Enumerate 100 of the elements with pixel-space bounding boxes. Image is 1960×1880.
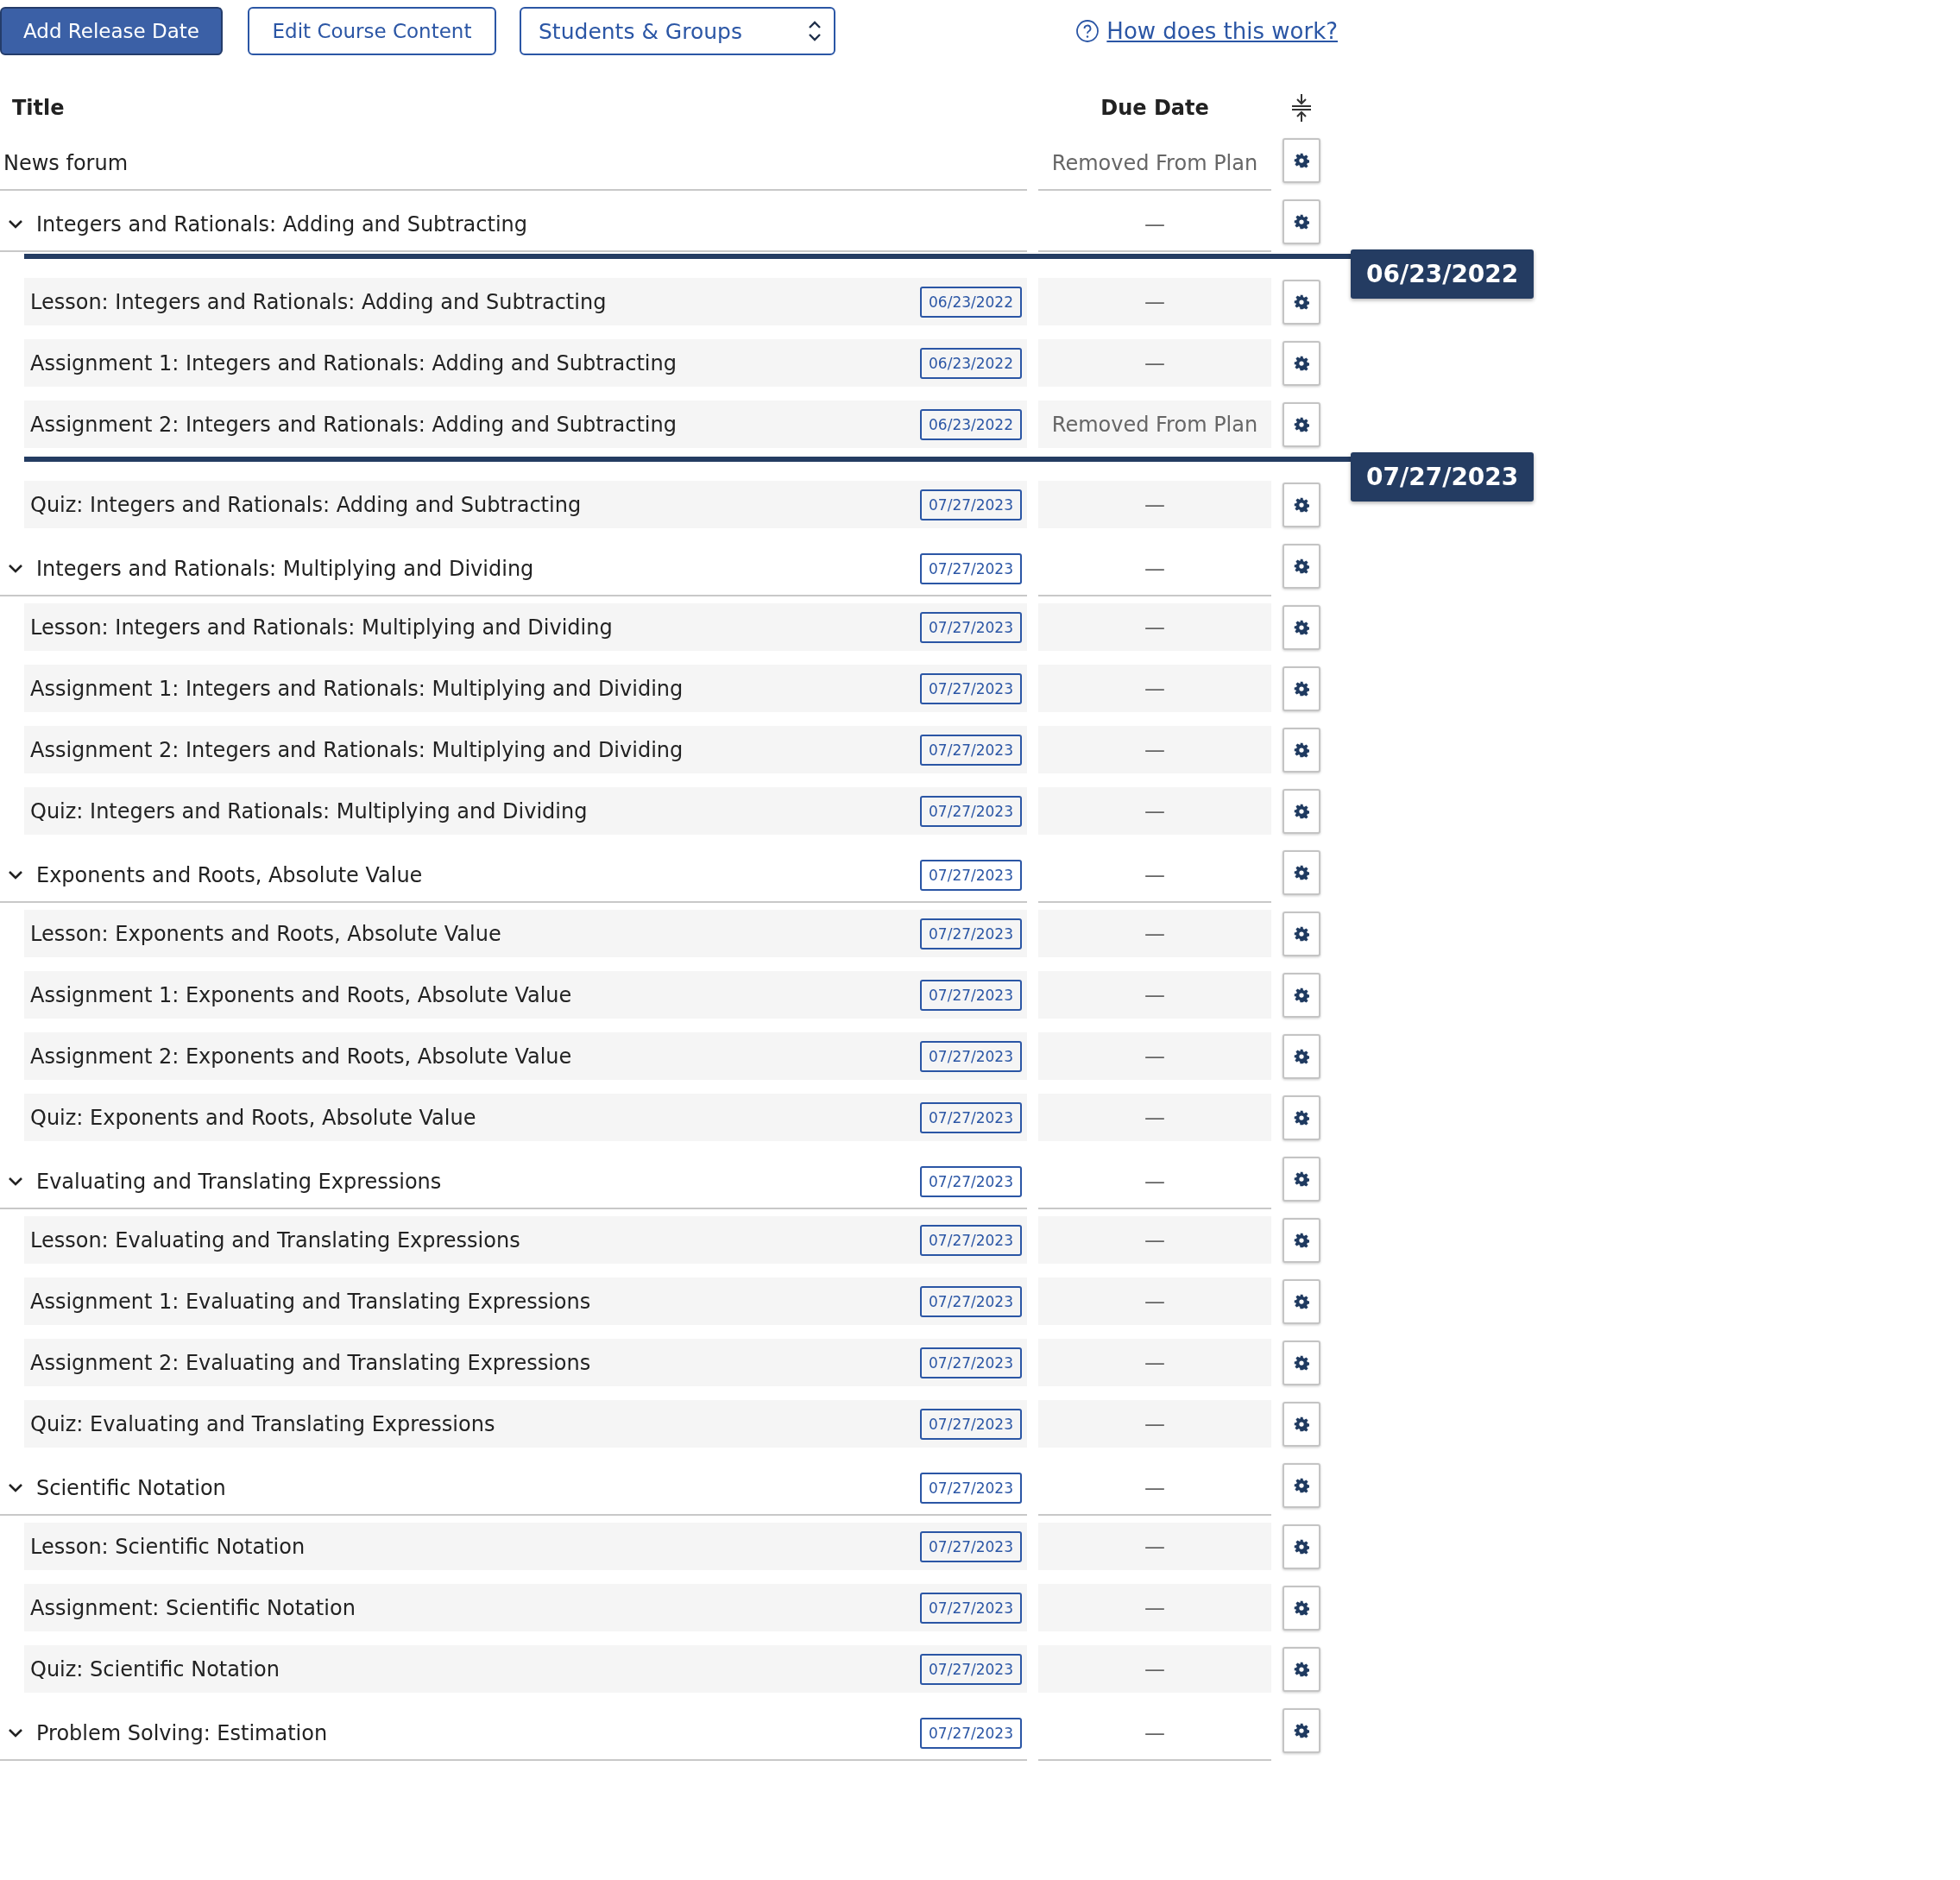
settings-button[interactable] [1283,1340,1320,1385]
release-date-chip[interactable]: 06/23/2022 [920,347,1022,379]
collapse-icon[interactable] [1290,93,1313,123]
release-date-chip[interactable]: 07/27/2023 [920,1408,1022,1440]
edit-course-content-button[interactable]: Edit Course Content [248,7,496,55]
settings-button[interactable] [1283,1278,1320,1324]
settings-button[interactable] [1283,1156,1320,1202]
activity-title: Problem Solving: Estimation [36,1720,328,1745]
activity-title: Assignment 1: Evaluating and Translating Expressions [30,1289,591,1314]
settings-button[interactable] [1283,1217,1320,1263]
gear-icon [1294,416,1309,432]
settings-button[interactable] [1283,911,1320,956]
settings-button[interactable] [1283,849,1320,895]
settings-button[interactable] [1283,1524,1320,1569]
release-date-chip[interactable]: 07/27/2023 [920,734,1022,766]
settings-button[interactable] [1283,1462,1320,1508]
settings-button[interactable] [1283,727,1320,773]
release-date-chip[interactable]: 07/27/2023 [920,1165,1022,1197]
activity-title: Quiz: Integers and Rationals: Multiplying and Dividing [30,798,588,823]
activity-title: Lesson: Scientific Notation [30,1534,306,1559]
settings-button[interactable] [1283,1585,1320,1631]
release-date-chip[interactable]: 07/27/2023 [920,1040,1022,1072]
settings-button[interactable] [1283,1401,1320,1447]
due-date-text: — [1144,211,1165,237]
activity-title: Quiz: Scientific Notation [30,1656,280,1681]
settings-button[interactable] [1283,1033,1320,1079]
due-date-text: — [1144,1105,1165,1130]
activity-title: Assignment 1: Integers and Rationals: Adding and Subtracting [30,350,677,375]
release-date-chip[interactable]: 07/27/2023 [920,1592,1022,1624]
due-date-text: — [1144,556,1165,581]
release-date-chip[interactable]: 07/27/2023 [920,1347,1022,1378]
release-date-flag: 07/27/2023 [1351,452,1535,502]
title-column-header: Title [11,96,65,120]
release-date-chip[interactable]: 07/27/2023 [920,859,1022,891]
settings-button[interactable] [1283,788,1320,834]
activity-title: Evaluating and Translating Expressions [36,1169,442,1194]
activity-title: Lesson: Integers and Rationals: Multiplying and Dividing [30,615,613,640]
gear-icon [1294,803,1309,819]
release-date-chip[interactable]: 06/23/2022 [920,286,1022,318]
gear-icon [1294,1722,1309,1738]
settings-button[interactable] [1283,1646,1320,1692]
release-date-chip[interactable]: 07/27/2023 [920,1472,1022,1504]
due-date-column-header: Due Date [1100,96,1210,120]
activity-title: Quiz: Evaluating and Translating Expressions [30,1411,495,1436]
gear-icon [1294,1416,1309,1432]
due-date-text: — [1144,1656,1165,1681]
gear-icon [1294,152,1309,168]
settings-button[interactable] [1283,972,1320,1018]
activity-title: Assignment 2: Evaluating and Translating Expressions [30,1350,591,1375]
gear-icon [1294,213,1309,230]
activity-title: Scientific Notation [36,1475,226,1500]
due-date-text: — [1144,862,1165,887]
settings-button[interactable] [1283,279,1320,325]
gear-icon [1294,925,1309,942]
release-date-chip[interactable]: 07/27/2023 [920,1717,1022,1749]
settings-button[interactable] [1283,543,1320,589]
release-date-chip[interactable]: 07/27/2023 [920,1285,1022,1317]
gear-icon [1294,355,1309,371]
settings-button[interactable] [1283,401,1320,447]
help-link[interactable]: How does this work? [1106,18,1338,44]
settings-button[interactable] [1283,137,1320,183]
gear-icon [1294,1170,1309,1187]
settings-button[interactable] [1283,666,1320,711]
release-date-chip[interactable]: 07/27/2023 [920,611,1022,643]
due-date-text: — [1144,1044,1165,1069]
release-date-chip[interactable]: 07/27/2023 [920,1224,1022,1256]
due-date-text: Removed From Plan [1051,150,1258,175]
settings-button[interactable] [1283,1707,1320,1753]
release-date-chip[interactable]: 07/27/2023 [920,979,1022,1011]
due-date-text: — [1144,1720,1165,1745]
gear-icon [1294,619,1309,635]
release-date-chip[interactable]: 07/27/2023 [920,1101,1022,1133]
activity-title: Assignment 2: Exponents and Roots, Absolute Value [30,1044,572,1069]
release-date-chip[interactable]: 07/27/2023 [920,672,1022,704]
activity-title: Lesson: Evaluating and Translating Expressions [30,1227,520,1252]
settings-button[interactable] [1283,1095,1320,1140]
settings-button[interactable] [1283,199,1320,244]
gear-icon [1294,1599,1309,1616]
release-date-chip[interactable]: 07/27/2023 [920,1653,1022,1685]
help-icon [1075,19,1100,43]
due-date-text: — [1144,615,1165,640]
gear-icon [1294,1661,1309,1677]
due-date-text: — [1144,676,1165,701]
release-date-chip[interactable]: 07/27/2023 [920,552,1022,584]
settings-button[interactable] [1283,604,1320,650]
add-release-date-button[interactable]: Add Release Date [0,7,223,55]
settings-button[interactable] [1283,482,1320,527]
gear-icon [1294,1232,1309,1248]
settings-button[interactable] [1283,340,1320,386]
activity-title: Integers and Rationals: Adding and Subtracting [36,211,528,237]
release-date-chip[interactable]: 06/23/2022 [920,408,1022,440]
group-select[interactable]: Students & Groups [520,7,835,55]
release-date-chip[interactable]: 07/27/2023 [920,795,1022,827]
due-date-text: — [1144,1169,1165,1194]
release-date-chip[interactable]: 07/27/2023 [920,1530,1022,1562]
gear-icon [1294,1354,1309,1371]
release-date-chip[interactable]: 07/27/2023 [920,918,1022,949]
activity-title: Quiz: Exponents and Roots, Absolute Value [30,1105,476,1130]
release-date-chip[interactable]: 07/27/2023 [920,489,1022,520]
activity-title: Assignment 2: Integers and Rationals: Multiplying and Dividing [30,737,684,762]
